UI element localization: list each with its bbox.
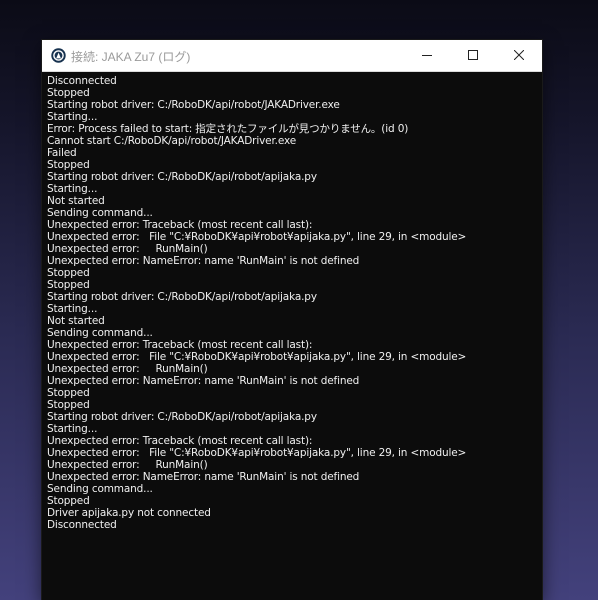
log-line: Unexpected error: File "C:¥RoboDK¥api¥ro… [47, 351, 467, 363]
log-line: Stopped [47, 159, 90, 171]
close-button[interactable] [496, 40, 542, 71]
minimize-button[interactable] [404, 40, 450, 71]
log-line: Unexpected error: File "C:¥RoboDK¥api¥ro… [47, 231, 467, 243]
log-line: Stopped [47, 387, 90, 399]
log-line: Unexpected error: NameError: name 'RunMa… [47, 255, 360, 267]
close-icon [514, 50, 524, 60]
log-console[interactable]: Disconnected Stopped Starting robot driver… [47, 75, 537, 595]
log-line: Unexpected error: RunMain() [47, 459, 208, 471]
log-line: Unexpected error: Traceback (most recent… [47, 435, 313, 447]
log-line: Sending command... [47, 207, 153, 219]
robodk-logo-icon [51, 48, 66, 63]
minimize-icon [422, 55, 432, 56]
maximize-icon [468, 50, 478, 60]
log-line: Disconnected [47, 75, 117, 87]
log-line: Disconnected [47, 519, 117, 531]
log-line: Unexpected error: Traceback (most recent… [47, 339, 313, 351]
log-line: Sending command... [47, 483, 153, 495]
log-line: Stopped [47, 267, 90, 279]
maximize-button[interactable] [450, 40, 496, 71]
log-line: Unexpected error: NameError: name 'RunMa… [47, 471, 360, 483]
log-line: Starting... [47, 303, 98, 315]
log-line: Stopped [47, 495, 90, 507]
log-line: Not started [47, 195, 105, 207]
log-line: Starting... [47, 423, 98, 435]
log-line: Unexpected error: File "C:¥RoboDK¥api¥ro… [47, 447, 467, 459]
log-line: Cannot start C:/RoboDK/api/robot/JAKADri… [47, 135, 297, 147]
log-line: Unexpected error: Traceback (most recent… [47, 219, 313, 231]
log-line: Stopped [47, 87, 90, 99]
log-line: Unexpected error: NameError: name 'RunMa… [47, 375, 360, 387]
log-line: Starting robot driver: C:/RoboDK/api/rob… [47, 291, 317, 303]
log-window: 接続: JAKA Zu7 (ログ) Disconnected Stopped Sta… [42, 40, 542, 600]
log-line: Failed [47, 147, 77, 159]
log-line: Unexpected error: RunMain() [47, 243, 208, 255]
log-line: Error: Process failed to start: 指定されたファイ… [47, 123, 409, 135]
log-line: Sending command... [47, 327, 153, 339]
log-line: Unexpected error: RunMain() [47, 363, 208, 375]
log-line: Starting... [47, 111, 98, 123]
log-line: Starting robot driver: C:/RoboDK/api/rob… [47, 171, 317, 183]
log-line: Starting robot driver: C:/RoboDK/api/rob… [47, 411, 317, 423]
log-line: Stopped [47, 279, 90, 291]
title-bar[interactable]: 接続: JAKA Zu7 (ログ) [42, 40, 542, 72]
log-line: Driver apijaka.py not connected [47, 507, 211, 519]
log-line: Starting robot driver: C:/RoboDK/api/rob… [47, 99, 340, 111]
log-line: Starting... [47, 183, 98, 195]
log-line: Not started [47, 315, 105, 327]
log-line: Stopped [47, 399, 90, 411]
window-title: 接続: JAKA Zu7 (ログ) [71, 50, 191, 64]
